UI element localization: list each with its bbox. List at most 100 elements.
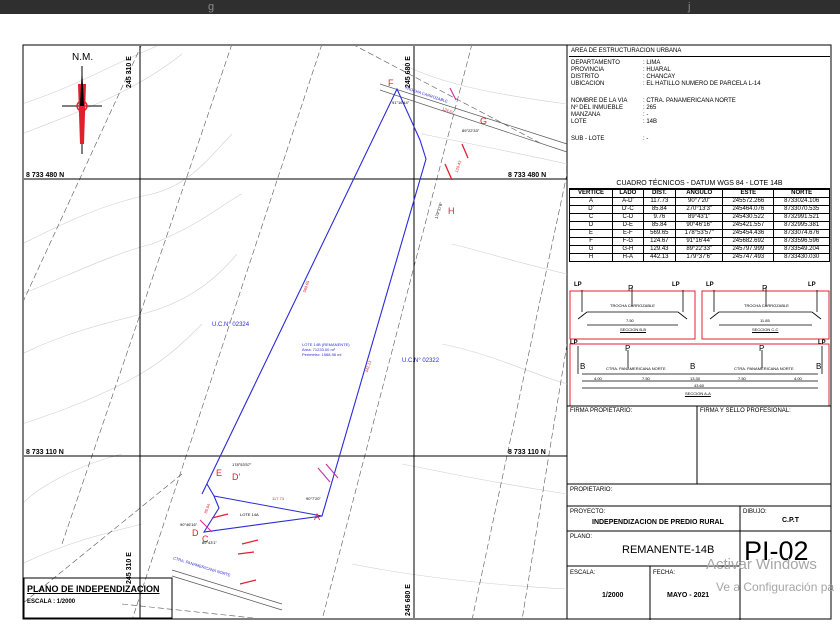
table-row: D D-E 85.84 90°46'16" 245421.557 8732995.381 [568,221,830,230]
section-cc-lp-right: LP [808,282,816,288]
section-bb-width: 7.50 [626,318,634,323]
escala-label: ESCALA: [570,570,596,576]
angle-e: 178°53'57" [232,462,252,467]
coord-east-680-top: 245 680 E [405,56,412,88]
technical-table-title: CUADRO TÉCNICOS - DATUM WGS 84 - LOTE 14… [569,179,830,189]
info-row-inmueble: Nº DEL INMUEBLE: 265 [571,105,657,111]
coord-north-480-right: 8 733 480 N [508,172,547,179]
section-cc-width: 11.85 [760,318,770,323]
info-row-lote: LOTE: 14B [571,119,658,125]
strip-fragment: j [688,1,691,13]
vertex-h: H [448,206,455,216]
section-aa-dim: 7.50 [642,376,650,381]
section-aa-dim: 4.00 [594,376,602,381]
info-row-ubicacion: UBICACION: EL HATILLO NUMERO DE PARCELA … [571,81,761,87]
vertex-d: D [192,528,199,538]
table-cell: 245430.522 [722,213,775,222]
table-cell: D [568,221,614,230]
north-arrow-label: N.M. [72,52,94,63]
section-bb-p: P [628,284,634,293]
vertex-e: E [216,468,223,478]
section-aa-dim: 7.50 [738,376,746,381]
fecha-value: MAYO - 2021 [667,592,710,599]
section-aa-p-left: P [625,344,631,353]
lote-14a-label: LOTE 14A [240,512,259,517]
parcel-label-left: U.C.N° 02324 [212,322,250,328]
info-row-via: NOMBRE DE LA VIA: CTRA. PANAMERICANA NOR… [571,98,736,104]
parcel-label-right: U.C.N° 02322 [402,358,440,364]
table-cell: 129.43 [642,245,677,254]
table-row: F F-G 124.67 91°16'44" 245682.692 8733596.596 [568,237,830,246]
table-cell: 8733024.106 [773,197,830,206]
section-aa-road-right: CTRA. PANAMERICANA NORTE [734,366,794,371]
section-bb-road: TROCHA CARROZABLE [610,303,655,308]
vertex-g: G [480,116,488,126]
section-cc-lp-left: LP [706,282,714,288]
table-row: G G-H 129.43 89°22'33" 245797.999 8733549.204 [568,245,830,254]
table-cell: 117.73 [642,197,677,206]
section-cc-name: SECCION C-C [752,327,779,332]
table-cell: 442.13 [642,253,677,262]
angle-a: 90°7'20" [306,496,321,501]
propietario-label: PROPIETARIO: [570,487,613,493]
vertex-d-prime: D' [232,472,241,482]
table-cell: H-A [612,253,644,262]
vertex-a: A [314,512,321,522]
table-cell: 245572.266 [722,197,775,206]
table-cell: 90°7'20" [675,197,724,206]
plano-label: PLANO: [570,534,593,540]
section-cc-road: TROCHA CARROZABLE [744,303,789,308]
table-cell: 90°46'16" [675,221,724,230]
activation-watermark: Activar Windows [706,556,817,573]
table-row: D' D'-C 85.84 270°13'3" 245464.076 8733070.53… [568,205,830,214]
table-cell: 569.65 [642,229,677,238]
table-row: H H-A 442.13 179°37'6" 245747.493 8733430.030 [568,253,830,262]
strip-fragment: g [208,1,215,13]
escala-value: 1/2000 [602,592,624,599]
table-cell: G [568,245,614,254]
section-aa-lp-right: LP [818,340,826,346]
section-aa-b-left: B [580,362,586,371]
section-markers [211,143,469,585]
section-aa-dim: 4.00 [794,376,802,381]
table-cell: 179°37'6" [675,253,724,262]
plan-title: PLANO DE INDEPENDIZACION [27,584,160,594]
technical-table-block: CUADRO TÉCNICOS - DATUM WGS 84 - LOTE 14… [568,179,830,262]
table-cell: 8733596.596 [773,237,830,246]
table-cell: C-D [612,213,644,222]
info-row-manzana: MANZANA: - [571,112,649,118]
section-aa-b-middle: B [690,362,696,371]
table-cell: 89°43'1" [675,213,724,222]
table-cell: 124.67 [642,237,677,246]
table-cell: 89°22'33" [675,245,724,254]
info-row-distrito: DISTRITO: CHANCAY [571,74,676,80]
firma-propietario-label: FIRMA PROPIETARIO: [570,408,633,414]
north-arrow-symbol [62,66,102,154]
coord-east-680-bottom: 245 680 E [405,584,412,616]
section-aa-b-right: B [816,362,822,371]
table-cell: D-E [612,221,644,230]
plano-value: REMANENTE-14B [622,544,715,556]
section-cc-p: P [762,284,768,293]
table-cell: 178°53'57" [675,229,724,238]
table-cell: C [568,213,614,222]
dibujo-value: C.P.T [782,517,799,524]
angle-c: 89°43'1" [202,540,217,545]
table-cell: A-D' [612,197,644,206]
fecha-label: FECHA: [653,570,676,576]
firma-profesional-label: FIRMA Y SELLO PROFESIONAL: [700,408,791,414]
table-row: E E-F 569.65 178°53'57" 245454.436 8733074.67… [568,229,830,238]
table-cell: G-H [612,245,644,254]
info-header: AREA DE ESTRUCTURACION URBANA [569,46,830,57]
table-cell: 85.84 [642,221,677,230]
table-cell: 245682.692 [722,237,775,246]
table-cell: 8732991.521 [773,213,830,222]
table-cell: E [568,229,614,238]
table-row: C C-D 9.76 89°43'1" 245430.522 8732991.521 [568,213,830,222]
angle-d: 90°46'16" [180,522,198,527]
coord-east-310-bottom: 245 310 E [126,552,133,584]
section-aa-dim: 13.30 [690,376,701,381]
lot-area-note-line: Perimetro: 1568.98 ml [302,352,342,357]
location-info-block: AREA DE ESTRUCTURACION URBANA DEPARTAMEN… [569,46,830,143]
table-cell: 9.76 [642,213,677,222]
